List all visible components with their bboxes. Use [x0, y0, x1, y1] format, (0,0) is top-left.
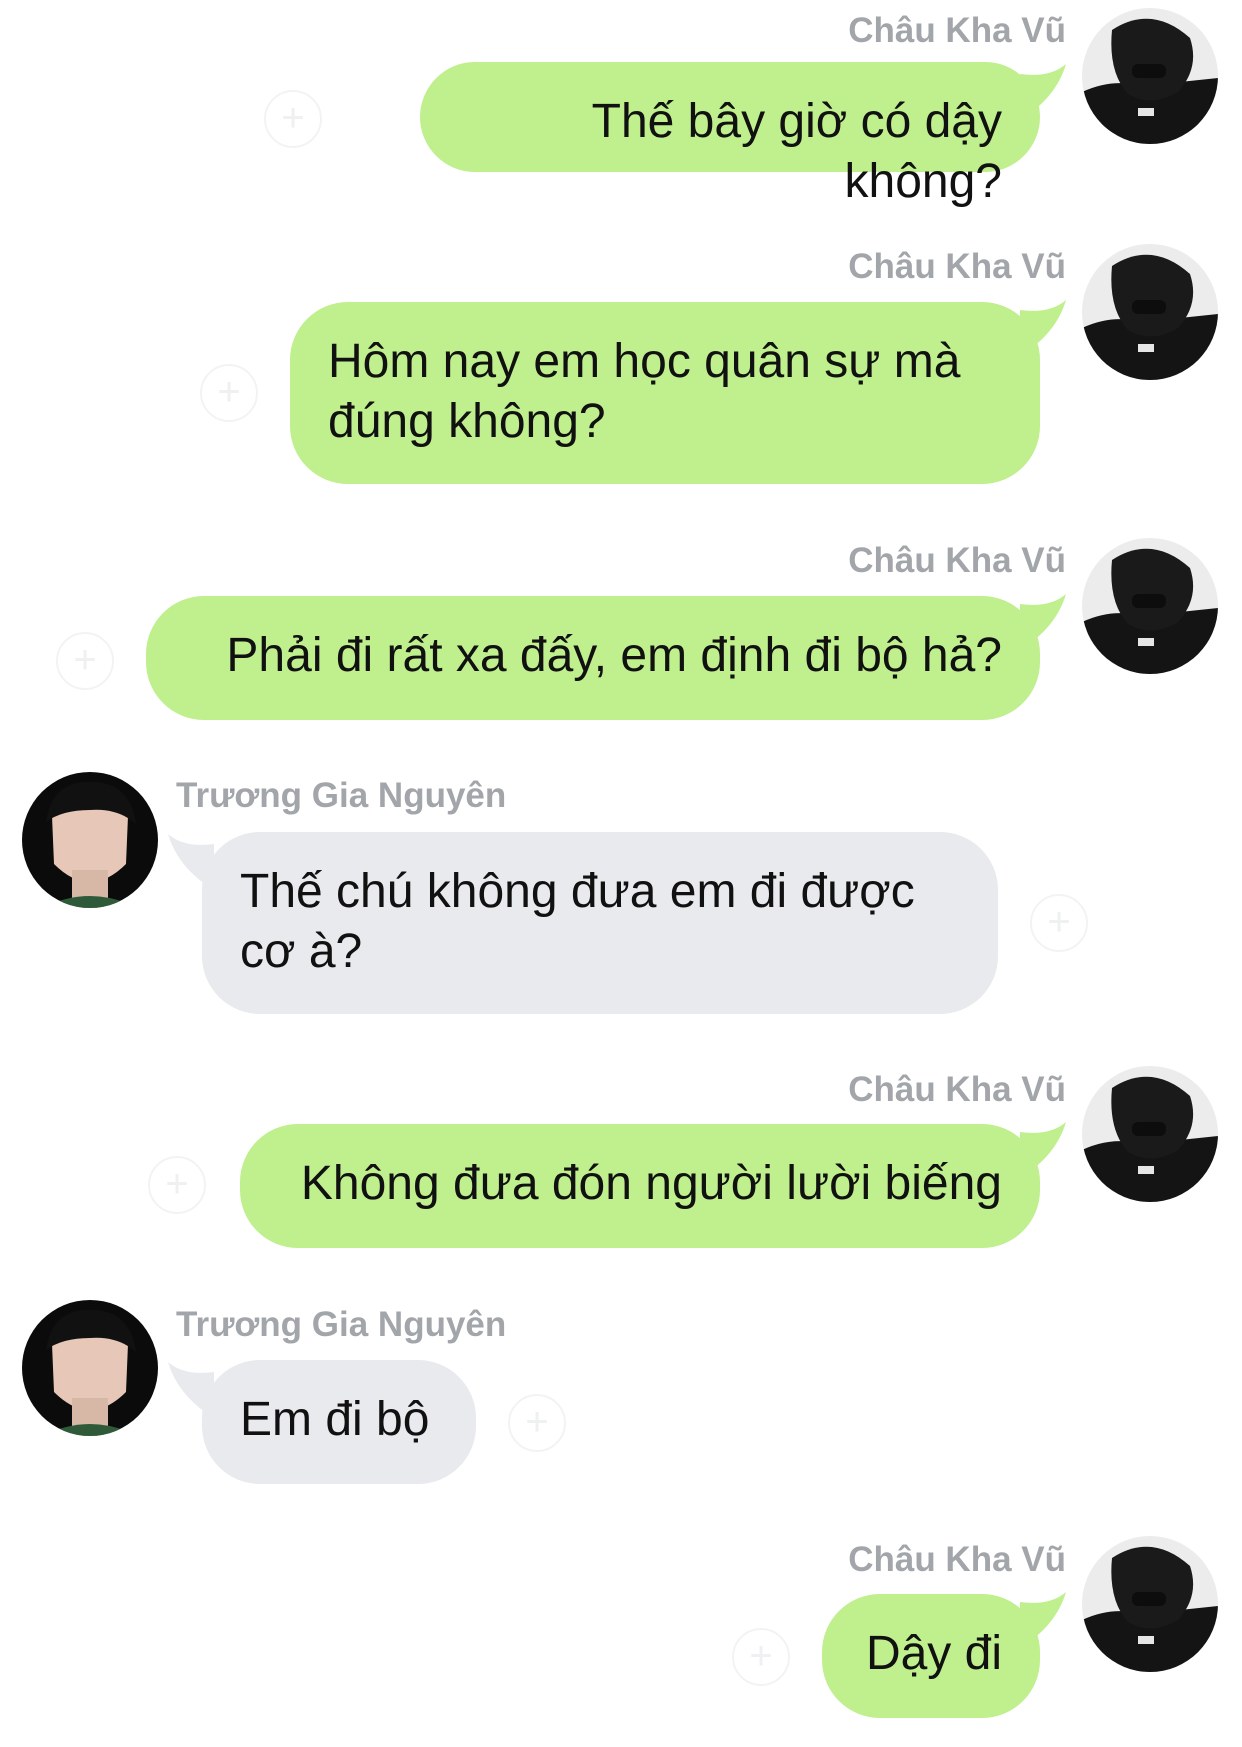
sender-name: Châu Kha Vũ [848, 541, 1066, 580]
message-text: Không đưa đón người lười biếng [300, 1157, 1002, 1210]
sender-name: Châu Kha Vũ [848, 1070, 1066, 1109]
plus-circle-icon[interactable]: + [732, 1628, 790, 1686]
message-text: Phải đi rất xa đấy, em định đi bộ hả? [226, 629, 1002, 682]
plus-circle-icon[interactable]: + [1030, 894, 1088, 952]
avatar[interactable] [22, 1300, 158, 1436]
plus-circle-icon[interactable]: + [148, 1156, 206, 1214]
avatar-photo-icon [1082, 538, 1218, 674]
message-bubble[interactable]: Phải đi rất xa đấy, em định đi bộ hả? [146, 596, 1040, 720]
message-text: Thế chú không đưa em đi được cơ à? [240, 865, 929, 978]
message-bubble[interactable]: Em đi bộ [202, 1360, 476, 1484]
plus-circle-icon[interactable]: + [508, 1394, 566, 1452]
avatar[interactable] [1082, 244, 1218, 380]
message-text: Em đi bộ [240, 1393, 430, 1446]
avatar-photo-icon [1082, 1066, 1218, 1202]
message-text: Thế bây giờ có dậy không? [591, 95, 1016, 208]
message-bubble[interactable]: Hôm nay em học quân sự mà đúng không? [290, 302, 1040, 484]
message-bubble[interactable]: Không đưa đón người lười biếng [240, 1124, 1040, 1248]
message-text: Dậy đi [865, 1627, 1002, 1680]
avatar-photo-icon [22, 1300, 158, 1436]
avatar[interactable] [1082, 1066, 1218, 1202]
avatar[interactable] [22, 772, 158, 908]
avatar-photo-icon [1082, 1536, 1218, 1672]
plus-circle-icon[interactable]: + [56, 632, 114, 690]
avatar-photo-icon [1082, 244, 1218, 380]
avatar[interactable] [1082, 1536, 1218, 1672]
plus-circle-icon[interactable]: + [264, 90, 322, 148]
message-bubble[interactable]: Thế bây giờ có dậy không? [420, 62, 1040, 208]
sender-name: Trương Gia Nguyên [176, 776, 507, 815]
avatar-photo-icon [22, 772, 158, 908]
plus-circle-icon[interactable]: + [200, 364, 258, 422]
sender-name: Châu Kha Vũ [848, 247, 1066, 286]
sender-name: Trương Gia Nguyên [176, 1305, 507, 1344]
sender-name: Châu Kha Vũ [848, 1540, 1066, 1579]
avatar-photo-icon [1082, 8, 1218, 144]
message-text: Hôm nay em học quân sự mà đúng không? [328, 335, 974, 448]
avatar[interactable] [1082, 8, 1218, 144]
avatar[interactable] [1082, 538, 1218, 674]
message-bubble[interactable]: Dậy đi [822, 1594, 1040, 1718]
message-bubble[interactable]: Thế chú không đưa em đi được cơ à? [202, 832, 998, 1014]
sender-name: Châu Kha Vũ [848, 11, 1066, 50]
